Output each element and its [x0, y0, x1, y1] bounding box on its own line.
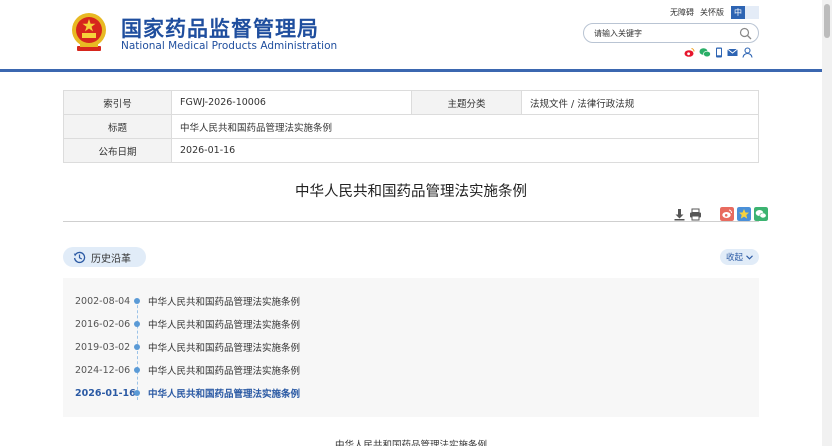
timeline-dot [134, 367, 140, 373]
history-date: 2016-02-06 [75, 318, 131, 330]
document-title: 中华人民共和国药品管理法实施条例 [295, 184, 527, 200]
share-qzone-icon[interactable] [737, 207, 751, 221]
document-info-table: 索引号 FGWJ-2026-10006 主题分类 法规文件 / 法律行政法规 标… [63, 90, 759, 163]
mail-icon[interactable] [727, 47, 738, 58]
top-links: 无障碍 关怀版 [670, 7, 730, 18]
search-input[interactable] [594, 26, 734, 40]
history-date: 2002-08-04 [75, 295, 131, 307]
table-row: 标题 中华人民共和国药品管理法实施条例 [63, 114, 759, 139]
social-links [684, 47, 753, 58]
date-value: 2026-01-16 [171, 138, 759, 163]
history-date: 2019-03-02 [75, 341, 131, 353]
share-weibo-icon[interactable] [720, 207, 734, 221]
title-value: 中华人民共和国药品管理法实施条例 [171, 114, 759, 139]
category-label: 主题分类 [411, 90, 522, 115]
timeline-dot [134, 298, 140, 304]
history-timeline: 2002-08-04 中华人民共和国药品管理法实施条例 2016-02-06 中… [63, 278, 759, 417]
search-box [583, 23, 759, 43]
header-divider [0, 69, 822, 72]
document-tools [673, 207, 768, 221]
index-label: 索引号 [63, 90, 172, 115]
mobile-icon[interactable] [715, 47, 723, 58]
language-switch: 中 [731, 6, 759, 19]
history-link[interactable]: 中华人民共和国药品管理法实施条例 [148, 340, 300, 354]
national-emblem-icon [72, 13, 106, 51]
history-date: 2026-01-16 [75, 387, 136, 399]
timeline-line [137, 300, 138, 400]
share-wechat-icon[interactable] [754, 207, 768, 221]
site-title[interactable]: 国家药品监督管理局 [121, 13, 319, 43]
history-label: 历史沿革 [91, 253, 131, 265]
site-header: 国家药品监督管理局 National Medical Products Admi… [0, 0, 822, 70]
timeline-dot [134, 344, 140, 350]
site-subtitle: National Medical Products Administration [121, 40, 338, 52]
index-value: FGWJ-2026-10006 [171, 90, 412, 115]
history-date: 2024-12-06 [75, 364, 131, 376]
download-icon[interactable] [673, 208, 686, 221]
history-link[interactable]: 中华人民共和国药品管理法实施条例 [148, 363, 300, 377]
collapse-button[interactable]: 收起 [720, 249, 759, 265]
document-body-heading: 中华人民共和国药品管理法实施条例 [334, 440, 487, 446]
print-icon[interactable] [689, 208, 702, 221]
table-row: 索引号 FGWJ-2026-10006 主题分类 法规文件 / 法律行政法规 [63, 90, 759, 115]
chevron-down-icon [746, 254, 753, 260]
search-icon[interactable] [739, 27, 752, 40]
history-link[interactable]: 中华人民共和国药品管理法实施条例 [148, 294, 300, 308]
elder-mode-link[interactable]: 关怀版 [700, 8, 724, 17]
user-icon[interactable] [742, 47, 753, 58]
category-value: 法规文件 / 法律行政法规 [521, 90, 759, 115]
timeline-dot [134, 390, 140, 396]
wechat-icon[interactable] [699, 47, 711, 58]
history-link[interactable]: 中华人民共和国药品管理法实施条例 [148, 386, 300, 400]
accessibility-link[interactable]: 无障碍 [670, 8, 694, 17]
history-header[interactable]: 历史沿革 [63, 247, 146, 267]
lang-en-button[interactable] [745, 6, 759, 19]
timeline-dot [134, 321, 140, 327]
history-link[interactable]: 中华人民共和国药品管理法实施条例 [148, 317, 300, 331]
scrollbar-thumb[interactable] [824, 4, 830, 38]
collapse-label: 收起 [725, 253, 743, 263]
title-divider [63, 221, 759, 222]
date-label: 公布日期 [63, 138, 172, 163]
title-label: 标题 [63, 114, 172, 139]
lang-cn-button[interactable]: 中 [731, 6, 745, 19]
table-row: 公布日期 2026-01-16 [63, 138, 759, 163]
weibo-icon[interactable] [684, 47, 695, 58]
history-clock-icon [73, 251, 86, 263]
page-scrollbar[interactable] [822, 0, 832, 446]
